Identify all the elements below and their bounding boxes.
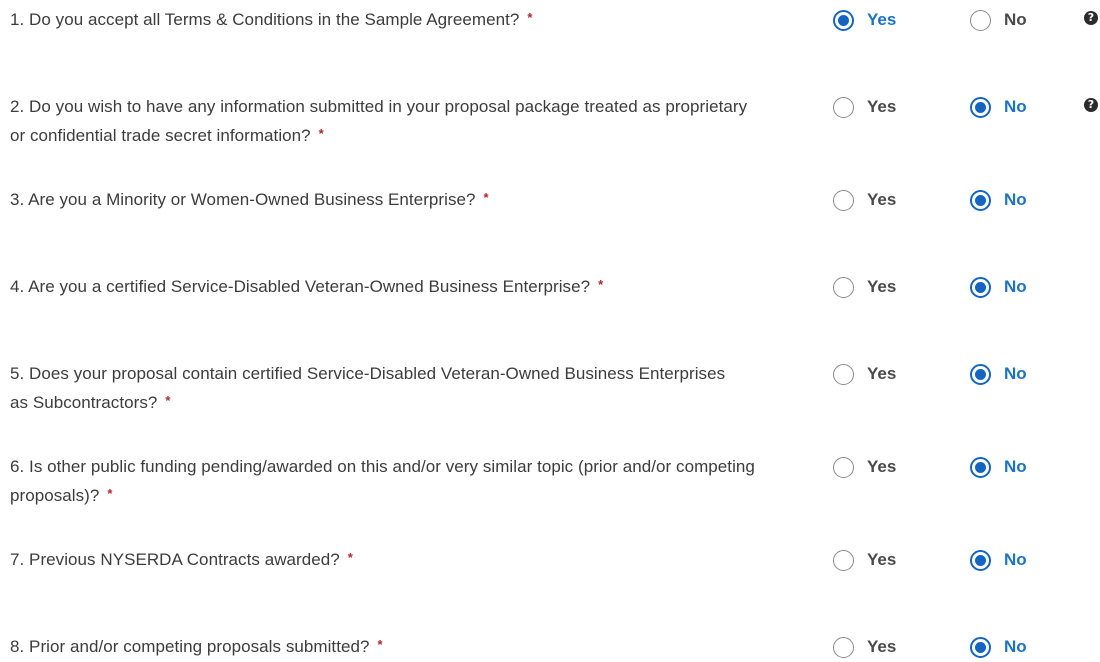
question-text: 1. Do you accept all Terms & Conditions … <box>10 10 533 29</box>
option-label: No <box>1004 97 1027 116</box>
option-label: Yes <box>867 457 897 476</box>
required-asterisk: * <box>527 10 533 25</box>
radio-no-q8[interactable]: No <box>970 635 1027 659</box>
option-label: Yes <box>867 97 897 116</box>
radio-no-q5[interactable]: No <box>970 362 1027 386</box>
radio-no-q3[interactable]: No <box>970 188 1027 212</box>
radio-circle[interactable] <box>833 363 854 385</box>
radio-yes-q3[interactable]: Yes <box>833 188 896 212</box>
radio-yes-q4[interactable]: Yes <box>833 275 896 299</box>
question-text: 5. Does your proposal contain certified … <box>10 364 726 412</box>
radio-yes-q2[interactable]: Yes <box>833 95 896 119</box>
required-asterisk: * <box>347 550 353 565</box>
radio-circle[interactable] <box>970 363 991 385</box>
radio-no-q6[interactable]: No <box>970 455 1027 479</box>
radio-circle[interactable] <box>970 9 991 31</box>
radio-yes-q7[interactable]: Yes <box>833 548 896 572</box>
radio-circle[interactable] <box>833 96 854 118</box>
radio-circle[interactable] <box>833 9 854 31</box>
radio-circle[interactable] <box>970 189 991 211</box>
radio-yes-q6[interactable]: Yes <box>833 455 896 479</box>
radio-no-q2[interactable]: No <box>970 95 1027 119</box>
radio-yes-q5[interactable]: Yes <box>833 362 896 386</box>
option-label: No <box>1004 637 1027 656</box>
radio-yes-q1[interactable]: Yes <box>833 8 896 32</box>
option-label: No <box>1004 550 1027 569</box>
option-label: No <box>1004 10 1027 29</box>
question-text: 4. Are you a certified Service-Disabled … <box>10 277 604 296</box>
question-text: 3. Are you a Minority or Women-Owned Bus… <box>10 190 489 209</box>
question-circle-icon[interactable]: ? <box>1084 11 1098 25</box>
question-text: 6. Is other public funding pending/award… <box>10 457 755 505</box>
radio-circle[interactable] <box>970 276 991 298</box>
option-label: Yes <box>867 364 897 383</box>
required-asterisk: * <box>598 277 604 292</box>
required-asterisk: * <box>377 637 383 652</box>
question-circle-icon[interactable]: ? <box>1084 98 1098 112</box>
radio-yes-q8[interactable]: Yes <box>833 635 896 659</box>
option-label: No <box>1004 364 1027 383</box>
question-text: 7. Previous NYSERDA Contracts awarded? * <box>10 550 353 569</box>
radio-circle[interactable] <box>833 456 854 478</box>
option-label: Yes <box>867 277 897 296</box>
radio-circle[interactable] <box>970 96 991 118</box>
radio-circle[interactable] <box>833 549 854 571</box>
radio-no-q4[interactable]: No <box>970 275 1027 299</box>
radio-no-q7[interactable]: No <box>970 548 1027 572</box>
radio-circle[interactable] <box>970 456 991 478</box>
required-asterisk: * <box>483 190 489 205</box>
required-asterisk: * <box>165 393 171 408</box>
radio-circle[interactable] <box>970 549 991 571</box>
radio-circle[interactable] <box>970 636 991 658</box>
option-label: Yes <box>867 637 897 656</box>
radio-circle[interactable] <box>833 189 854 211</box>
required-asterisk: * <box>107 486 113 501</box>
required-asterisk: * <box>318 126 324 141</box>
option-label: Yes <box>867 550 897 569</box>
option-label: No <box>1004 190 1027 209</box>
radio-no-q1[interactable]: No <box>970 8 1027 32</box>
radio-circle[interactable] <box>833 276 854 298</box>
question-text: 2. Do you wish to have any information s… <box>10 97 748 145</box>
option-label: No <box>1004 277 1027 296</box>
option-label: No <box>1004 457 1027 476</box>
option-label: Yes <box>867 190 897 209</box>
option-label: Yes <box>867 10 897 29</box>
radio-circle[interactable] <box>833 636 854 658</box>
